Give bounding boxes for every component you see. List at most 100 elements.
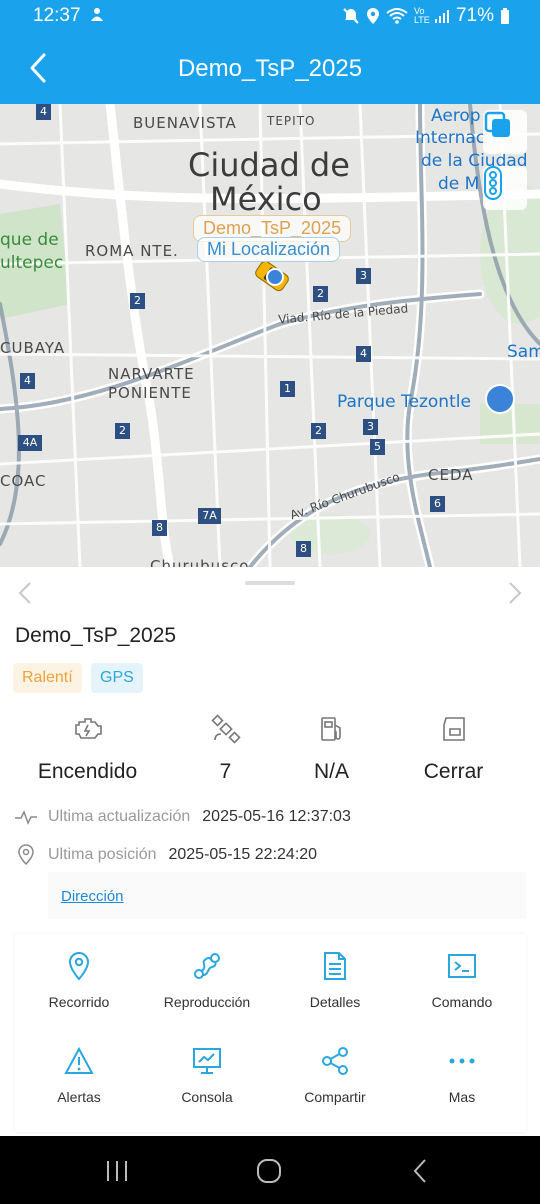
map-label-coac: COAC bbox=[0, 472, 47, 490]
map-label-parque: Parque Tezontle bbox=[337, 392, 471, 412]
route-badge: 4 bbox=[36, 104, 51, 120]
door-icon bbox=[442, 717, 465, 741]
previous-device-button[interactable] bbox=[18, 581, 32, 610]
satellite-icon bbox=[210, 714, 241, 744]
home-icon bbox=[257, 1159, 281, 1183]
command-button[interactable]: Comando bbox=[398, 950, 526, 1010]
playback-button[interactable]: Reproducción bbox=[143, 950, 271, 1010]
route-badge: 6 bbox=[430, 496, 445, 512]
map-label-narvarte-1: NARVARTE bbox=[108, 365, 195, 383]
battery-icon bbox=[501, 8, 509, 24]
more-label: Mas bbox=[448, 1089, 476, 1105]
more-button[interactable]: Mas bbox=[398, 1045, 526, 1105]
route-badge: 3 bbox=[356, 268, 371, 284]
route-badge: 5 bbox=[370, 439, 385, 455]
map-label-tacubaya: CUBAYA bbox=[0, 339, 66, 357]
status-badge-gps: GPS bbox=[91, 663, 143, 693]
status-bar: 12:37 Vo LTE 71% bbox=[0, 0, 540, 32]
tracking-button[interactable]: Recorrido bbox=[15, 950, 143, 1010]
recent-apps-icon bbox=[107, 1161, 127, 1181]
wifi-icon bbox=[386, 8, 408, 24]
fuel-pump-icon bbox=[320, 717, 341, 741]
address-box: Dirección bbox=[48, 872, 526, 919]
map-label-churubusco: Churubusco bbox=[150, 557, 250, 567]
route-playback-icon bbox=[194, 953, 220, 979]
route-badge: 1 bbox=[280, 381, 295, 397]
back-arrow-icon bbox=[413, 1159, 426, 1183]
playback-label: Reproducción bbox=[163, 994, 251, 1010]
traffic-toggle-button[interactable] bbox=[483, 166, 527, 210]
traffic-light-icon bbox=[484, 166, 502, 200]
address-link[interactable]: Dirección bbox=[61, 888, 124, 905]
engine-status: Encendido bbox=[37, 760, 138, 783]
location-pin-icon bbox=[68, 951, 90, 981]
status-time: 12:37 bbox=[33, 5, 81, 26]
monitor-chart-icon bbox=[193, 1048, 221, 1074]
device-name: Demo_TsP_2025 bbox=[15, 624, 177, 647]
fuel-level: N/A bbox=[313, 760, 349, 783]
map-label-narvarte-2: PONIENTE bbox=[108, 384, 192, 402]
warning-icon bbox=[64, 1047, 94, 1074]
details-button[interactable]: Detalles bbox=[271, 950, 399, 1010]
route-badge: 7A bbox=[198, 508, 221, 524]
console-label: Consola bbox=[181, 1089, 233, 1105]
last-position-label: Ultima posición bbox=[48, 846, 157, 863]
engine-icon bbox=[74, 718, 102, 739]
battery-percent: 71% bbox=[455, 5, 494, 26]
last-position-row: Ultima posición 2025-05-15 22:24:20 bbox=[14, 844, 317, 866]
route-badge: 4A bbox=[18, 435, 42, 451]
map-label-chapultepec-1: que de bbox=[0, 230, 59, 250]
map-view[interactable]: BUENAVISTA TEPITO Ciudad de México ROMA … bbox=[0, 104, 540, 567]
signal-icon bbox=[434, 10, 449, 23]
system-back-button[interactable] bbox=[404, 1156, 438, 1186]
map-label-city-2: México bbox=[210, 180, 322, 218]
map-label-airport-4: de M bbox=[438, 174, 480, 194]
map-layers-button[interactable] bbox=[483, 110, 527, 154]
map-label-buenavista: BUENAVISTA bbox=[133, 114, 237, 132]
device-detail-sheet: Demo_TsP_2025 Ralentí GPS Encendido 7 N/… bbox=[0, 567, 540, 1136]
door-status: Cerrar bbox=[423, 760, 484, 783]
page-title: Demo_TsP_2025 bbox=[177, 55, 363, 82]
location-status-icon bbox=[366, 8, 379, 24]
last-update-value: 2025-05-16 12:37:03 bbox=[202, 808, 351, 825]
pulse-icon bbox=[15, 810, 37, 825]
top-bar: 12:37 Vo LTE 71% Demo_TsP_2025 bbox=[0, 0, 540, 104]
alerts-button[interactable]: Alertas bbox=[15, 1045, 143, 1105]
route-badge: 2 bbox=[313, 286, 328, 302]
route-badge: 4 bbox=[356, 346, 371, 362]
share-button[interactable]: Compartir bbox=[271, 1045, 399, 1105]
terminal-icon bbox=[448, 954, 476, 978]
route-badge: 2 bbox=[115, 423, 130, 439]
recent-apps-button[interactable] bbox=[100, 1158, 134, 1184]
sheet-drag-handle[interactable] bbox=[245, 581, 295, 585]
last-update-label: Ultima actualización bbox=[48, 808, 191, 825]
status-badge-idle: Ralentí bbox=[13, 663, 82, 693]
network-label: Vo LTE bbox=[413, 6, 430, 25]
app-header: Demo_TsP_2025 bbox=[0, 36, 540, 102]
map-label-tepito: TEPITO bbox=[267, 114, 316, 128]
share-label: Compartir bbox=[304, 1089, 366, 1105]
map-label-city: Ciudad de bbox=[188, 146, 350, 184]
route-badge: 2 bbox=[311, 423, 326, 439]
details-label: Detalles bbox=[309, 994, 361, 1010]
map-label-chapultepec-2: ultepec bbox=[0, 253, 64, 273]
home-button[interactable] bbox=[252, 1156, 286, 1186]
map-label-sam: Sam bbox=[507, 342, 540, 362]
route-badge: 8 bbox=[296, 541, 311, 557]
next-device-button[interactable] bbox=[508, 581, 522, 610]
system-nav-bar bbox=[0, 1136, 540, 1204]
layers-icon bbox=[484, 111, 510, 137]
route-badge: 4 bbox=[20, 373, 35, 389]
last-update-row: Ultima actualización 2025-05-16 12:37:03 bbox=[14, 808, 351, 826]
route-badge: 3 bbox=[363, 419, 378, 435]
mute-icon bbox=[343, 8, 359, 24]
alerts-label: Alertas bbox=[57, 1089, 101, 1105]
map-label-airport-1: Aerop bbox=[431, 106, 481, 126]
console-button[interactable]: Consola bbox=[143, 1045, 271, 1105]
engine-metric: Encendido bbox=[20, 712, 155, 784]
my-location-map-label[interactable]: Mi Localización bbox=[197, 237, 341, 262]
more-dots-icon bbox=[449, 1058, 475, 1064]
last-position-value: 2025-05-15 22:24:20 bbox=[168, 846, 318, 863]
tracking-label: Recorrido bbox=[48, 994, 110, 1010]
fuel-metric: N/A bbox=[264, 712, 399, 784]
